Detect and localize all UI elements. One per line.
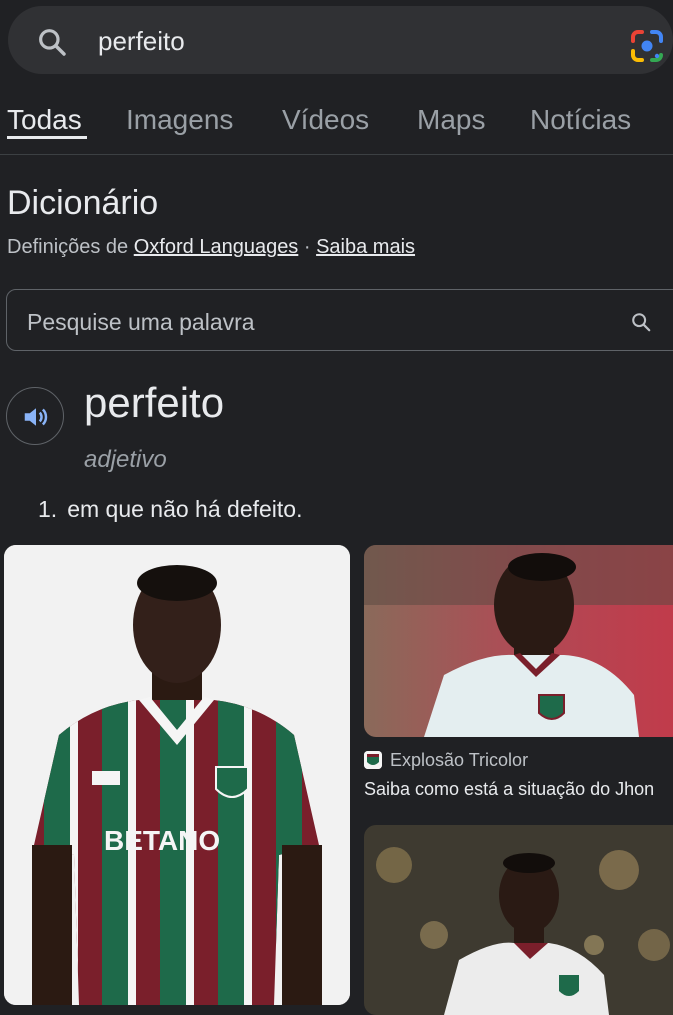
shirt-sponsor-text: BETANO (104, 825, 220, 856)
image-result-source[interactable]: Explosão Tricolor (390, 750, 528, 771)
image-result-title[interactable]: Saiba como está a situação do Jhon (364, 779, 654, 800)
tab-todas[interactable]: Todas (7, 104, 82, 136)
dictionary-source: Definições de Oxford Languages · Saiba m… (7, 236, 415, 259)
source-prefix: Definições de (7, 236, 134, 258)
search-bar[interactable]: perfeito (8, 6, 673, 74)
tab-imagens[interactable]: Imagens (126, 104, 233, 136)
dictionary-headword: perfeito (84, 379, 225, 426)
tab-maps[interactable]: Maps (417, 104, 485, 136)
search-icon[interactable] (630, 311, 652, 338)
word-search-input[interactable]: Pesquise uma palavra (6, 289, 673, 351)
definition-item: 1. em que não há defeito. (38, 496, 302, 523)
google-lens-icon[interactable] (630, 29, 664, 68)
source-favicon (364, 751, 382, 769)
search-query[interactable]: perfeito (98, 26, 185, 57)
oxford-languages-link[interactable]: Oxford Languages (134, 236, 299, 258)
definition-text: em que não há defeito. (67, 496, 303, 522)
image-result-player-portrait[interactable]: BETANO (4, 545, 350, 1005)
search-tabs: Todas Imagens Vídeos Maps Notícias (0, 100, 673, 155)
dictionary-title: Dicionário (7, 184, 159, 222)
source-separator: · (298, 236, 317, 258)
definition-number: 1. (38, 496, 58, 522)
speaker-icon (24, 408, 48, 426)
tab-videos[interactable]: Vídeos (282, 104, 369, 136)
word-search-placeholder[interactable]: Pesquise uma palavra (27, 309, 255, 336)
tab-noticias[interactable]: Notícias (530, 104, 631, 136)
search-icon[interactable] (36, 26, 68, 63)
image-result-player-photo[interactable] (364, 825, 673, 1015)
part-of-speech: adjetivo (84, 446, 167, 473)
learn-more-link[interactable]: Saiba mais (316, 236, 415, 258)
active-tab-indicator (7, 136, 87, 139)
image-result-player-match[interactable] (364, 545, 673, 737)
pronunciation-button[interactable] (6, 387, 64, 445)
